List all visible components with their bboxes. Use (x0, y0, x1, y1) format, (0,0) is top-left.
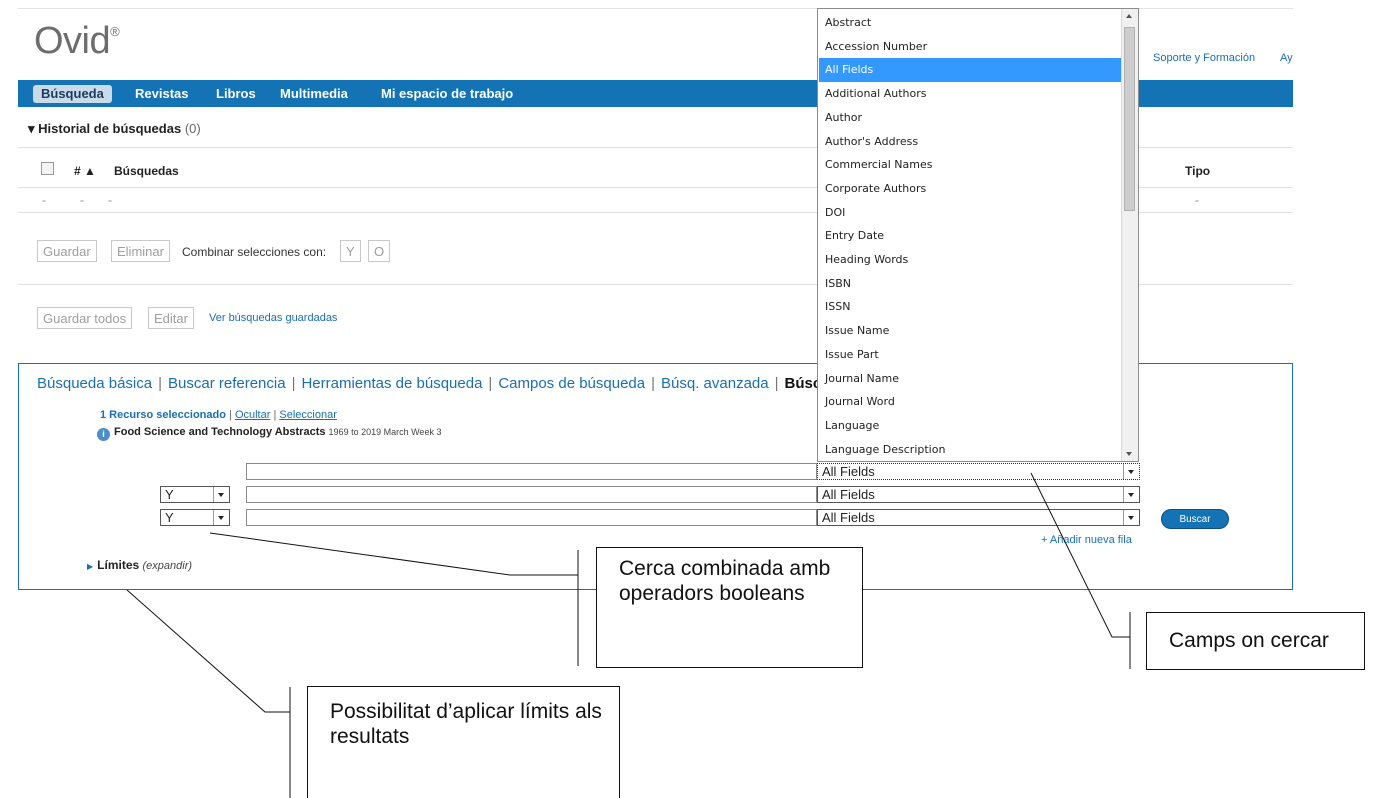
annotation-limits: Possibilitat d’aplicar límits als result… (307, 686, 620, 798)
annotation-lines (126, 472, 1131, 798)
annotation-search-fields: Camps on cercar (1146, 612, 1365, 670)
annotation-boolean-search: Cerca combinada amb operadors booleans (596, 547, 863, 668)
